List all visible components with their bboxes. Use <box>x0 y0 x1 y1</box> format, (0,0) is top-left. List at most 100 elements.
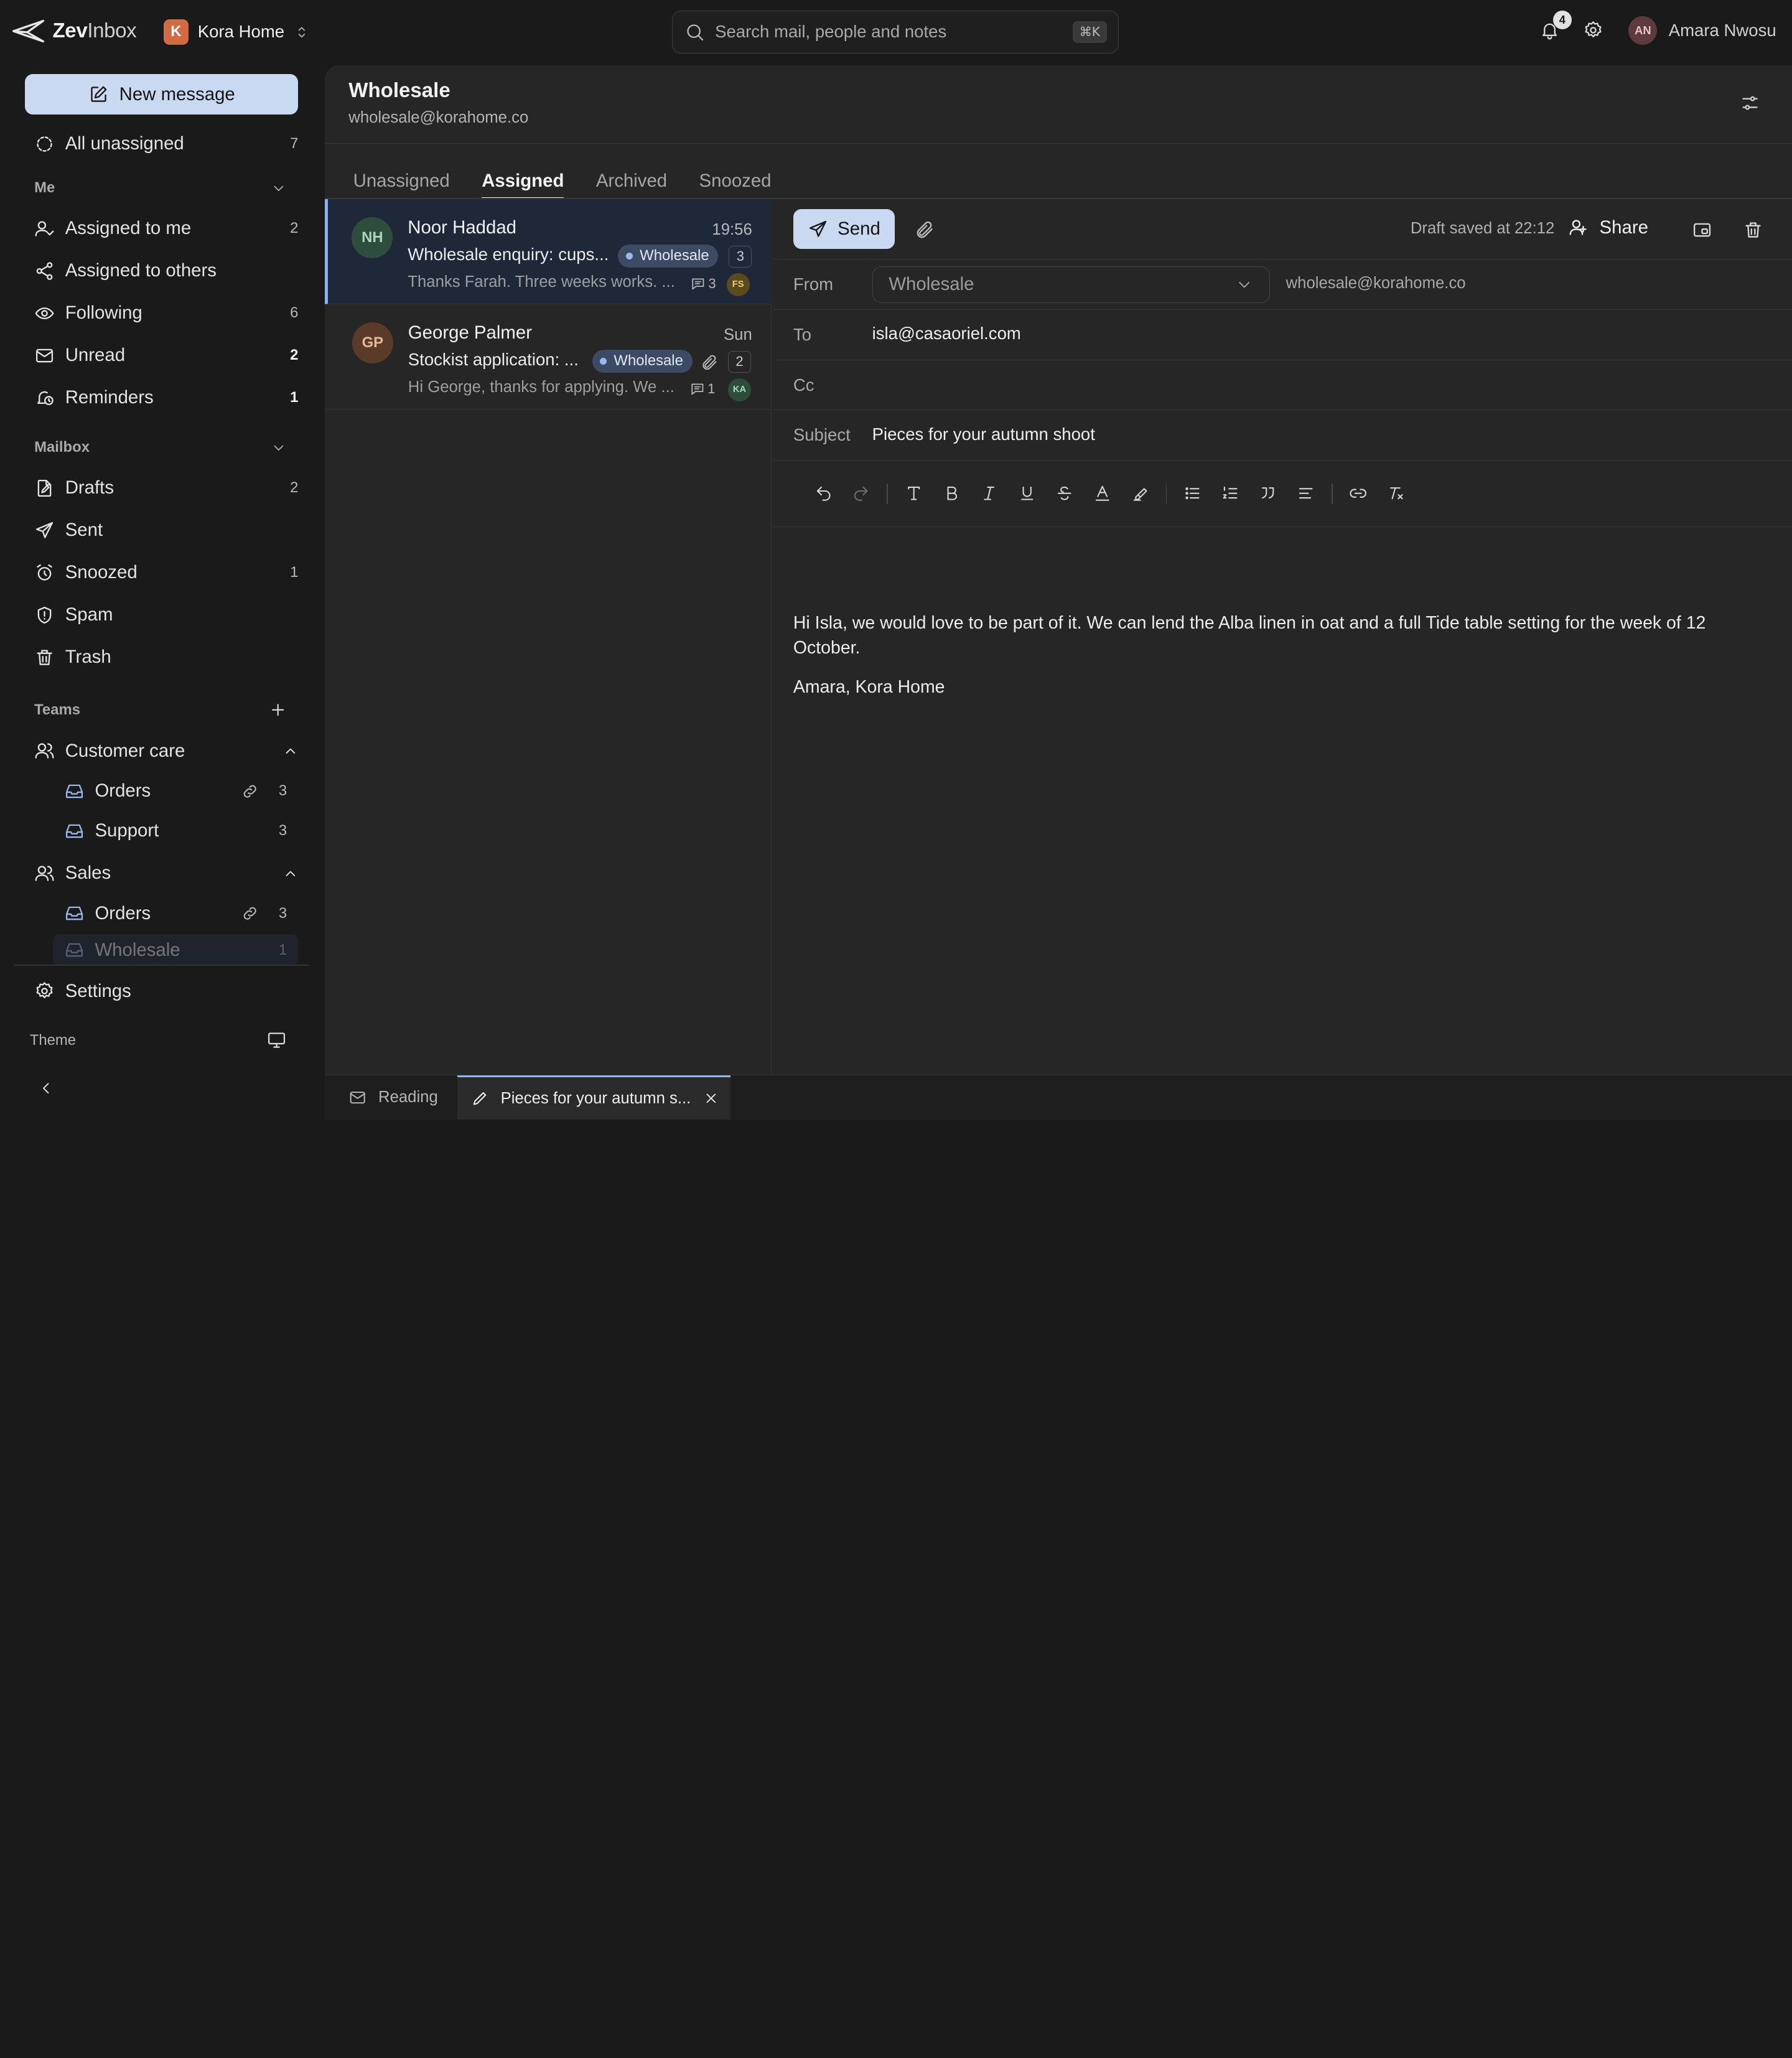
comment-count-value: 1 <box>707 380 716 396</box>
users-icon <box>35 866 54 881</box>
search-shortcut: ⌘K <box>1072 21 1108 43</box>
monitor-icon[interactable] <box>266 1030 287 1050</box>
bullet-list-button[interactable] <box>1174 484 1211 502</box>
avatar: GP <box>352 322 393 364</box>
team-inbox-label: Wholesale <box>95 939 180 960</box>
numbered-list-icon <box>1223 487 1238 499</box>
inbox-icon <box>65 943 83 957</box>
team-inbox-support[interactable]: Support 3 <box>53 812 299 850</box>
clear-format-button[interactable] <box>1377 484 1415 502</box>
italic-button[interactable] <box>971 484 1009 502</box>
team-sales[interactable]: Sales <box>23 854 310 892</box>
strikethrough-button[interactable] <box>1046 484 1084 502</box>
link-button[interactable] <box>1340 484 1378 502</box>
sidebar-item-assigned-to-others[interactable]: Assigned to others <box>23 251 310 290</box>
sidebar-item-snoozed[interactable]: Snoozed 1 <box>23 553 310 592</box>
sender-name: Noor Haddad <box>408 217 517 238</box>
message-count: 3 <box>729 245 752 268</box>
highlight-button[interactable] <box>1121 484 1159 502</box>
tab-unassigned[interactable]: Unassigned <box>353 171 450 199</box>
conversation-tabs: Unassigned Assigned Archived Snoozed <box>353 171 772 199</box>
quote-button[interactable] <box>1249 484 1287 502</box>
sidebar-item-assigned-to-me[interactable]: Assigned to me 2 <box>23 209 310 248</box>
sidebar-item-sent[interactable]: Sent <box>23 511 310 550</box>
team-inbox-wholesale[interactable]: Wholesale 1 <box>52 933 299 966</box>
underline-button[interactable] <box>1008 484 1046 502</box>
section-me[interactable]: Me <box>34 179 287 197</box>
subject-value[interactable]: Pieces for your autumn shoot <box>872 424 1095 444</box>
search-bar[interactable]: Search mail, people and notes ⌘K <box>672 10 1119 54</box>
section-mailbox[interactable]: Mailbox <box>34 439 287 456</box>
text-color-button[interactable] <box>1083 484 1121 502</box>
sidebar-item-reminders[interactable]: Reminders 1 <box>23 378 310 417</box>
from-select[interactable]: Wholesale <box>872 266 1270 303</box>
align-button[interactable] <box>1287 484 1325 502</box>
collapse-sidebar-button[interactable] <box>37 1079 55 1097</box>
conversation-list: NH Noor Haddad 19:56 Wholesale enquiry: … <box>324 199 772 1075</box>
highlighter-icon <box>1133 488 1147 502</box>
share-button[interactable]: Share <box>1569 217 1648 238</box>
sidebar-item-label: Trash <box>65 647 111 668</box>
discard-draft-button[interactable] <box>1743 220 1763 240</box>
message-body[interactable]: Hi Isla, we would love to be part of it.… <box>793 610 1776 713</box>
bold-icon <box>947 487 957 500</box>
workspace-switcher[interactable]: K Kora Home <box>163 19 310 45</box>
sidebar-item-label: Unread <box>65 345 126 366</box>
sidebar-item-label: Reminders <box>65 387 154 408</box>
toolbar-separator <box>887 483 889 504</box>
dock-tab-draft[interactable]: Pieces for your autumn s... <box>457 1075 730 1120</box>
message-count: 2 <box>728 350 751 373</box>
comment-count-value: 3 <box>708 275 716 291</box>
sidebar-item-following[interactable]: Following 6 <box>23 294 310 332</box>
cc-field[interactable]: Cc <box>772 360 1792 411</box>
redo-button[interactable] <box>842 484 880 502</box>
bold-button[interactable] <box>933 484 971 502</box>
team-inbox-label: Orders <box>95 902 151 924</box>
sidebar-item-settings[interactable]: Settings <box>23 971 310 1010</box>
tab-assigned[interactable]: Assigned <box>482 171 564 199</box>
header-divider <box>324 143 1792 144</box>
conversation-row[interactable]: NH Noor Haddad 19:56 Wholesale enquiry: … <box>324 199 772 304</box>
tab-snoozed[interactable]: Snoozed <box>699 171 772 199</box>
to-value[interactable]: isla@casaoriel.com <box>872 324 1021 344</box>
new-message-button[interactable]: New message <box>25 74 299 115</box>
user-menu[interactable]: AN Amara Nwosu <box>1628 16 1776 45</box>
subject-field[interactable]: Subject Pieces for your autumn shoot <box>772 410 1792 461</box>
to-field[interactable]: To isla@casaoriel.com <box>772 310 1792 360</box>
sidebar-item-spam[interactable]: Spam <box>23 596 310 634</box>
numbered-list-button[interactable] <box>1211 484 1249 502</box>
sidebar-item-trash[interactable]: Trash <box>23 638 310 676</box>
tab-archived[interactable]: Archived <box>596 171 667 199</box>
team-inbox-orders[interactable]: Orders 3 <box>53 894 299 933</box>
view-settings-button[interactable] <box>1740 93 1760 113</box>
team-inbox-count: 3 <box>278 904 287 922</box>
team-inbox-orders[interactable]: Orders 3 <box>53 772 299 810</box>
conversation-row[interactable]: GP George Palmer Sun Stockist applicatio… <box>324 304 772 409</box>
sidebar: New message All unassigned 7 Me Assigned… <box>0 65 324 1121</box>
team-customer-care[interactable]: Customer care <box>23 732 310 770</box>
close-icon[interactable] <box>703 1090 719 1106</box>
send-button[interactable]: Send <box>793 209 895 250</box>
notifications-button[interactable]: 4 <box>1539 11 1572 40</box>
search-input[interactable]: Search mail, people and notes <box>715 22 1062 42</box>
alarm-clock-icon <box>37 564 52 581</box>
plus-icon[interactable] <box>269 701 287 719</box>
app-logo[interactable]: ZevInbox <box>11 17 137 45</box>
undo-button[interactable] <box>805 484 842 502</box>
sender-name: George Palmer <box>408 322 532 344</box>
undo-icon <box>816 487 831 502</box>
text-style-button[interactable] <box>895 484 933 502</box>
gear-icon <box>36 982 53 999</box>
tag-dot <box>600 357 607 365</box>
settings-button[interactable] <box>1583 20 1603 40</box>
popout-button[interactable] <box>1692 220 1712 240</box>
attach-button[interactable] <box>915 220 935 240</box>
section-teams: Teams <box>34 701 287 719</box>
sidebar-item-drafts[interactable]: Drafts 2 <box>23 469 310 507</box>
sidebar-item-unread[interactable]: Unread 2 <box>23 336 310 375</box>
dashed-circle-icon <box>37 136 52 152</box>
underline-icon <box>1020 487 1034 500</box>
sidebar-item-all-unassigned[interactable]: All unassigned 7 <box>23 124 310 163</box>
assignee-avatar: KA <box>728 378 751 401</box>
dock-tab-reading[interactable]: Reading <box>348 1075 438 1120</box>
